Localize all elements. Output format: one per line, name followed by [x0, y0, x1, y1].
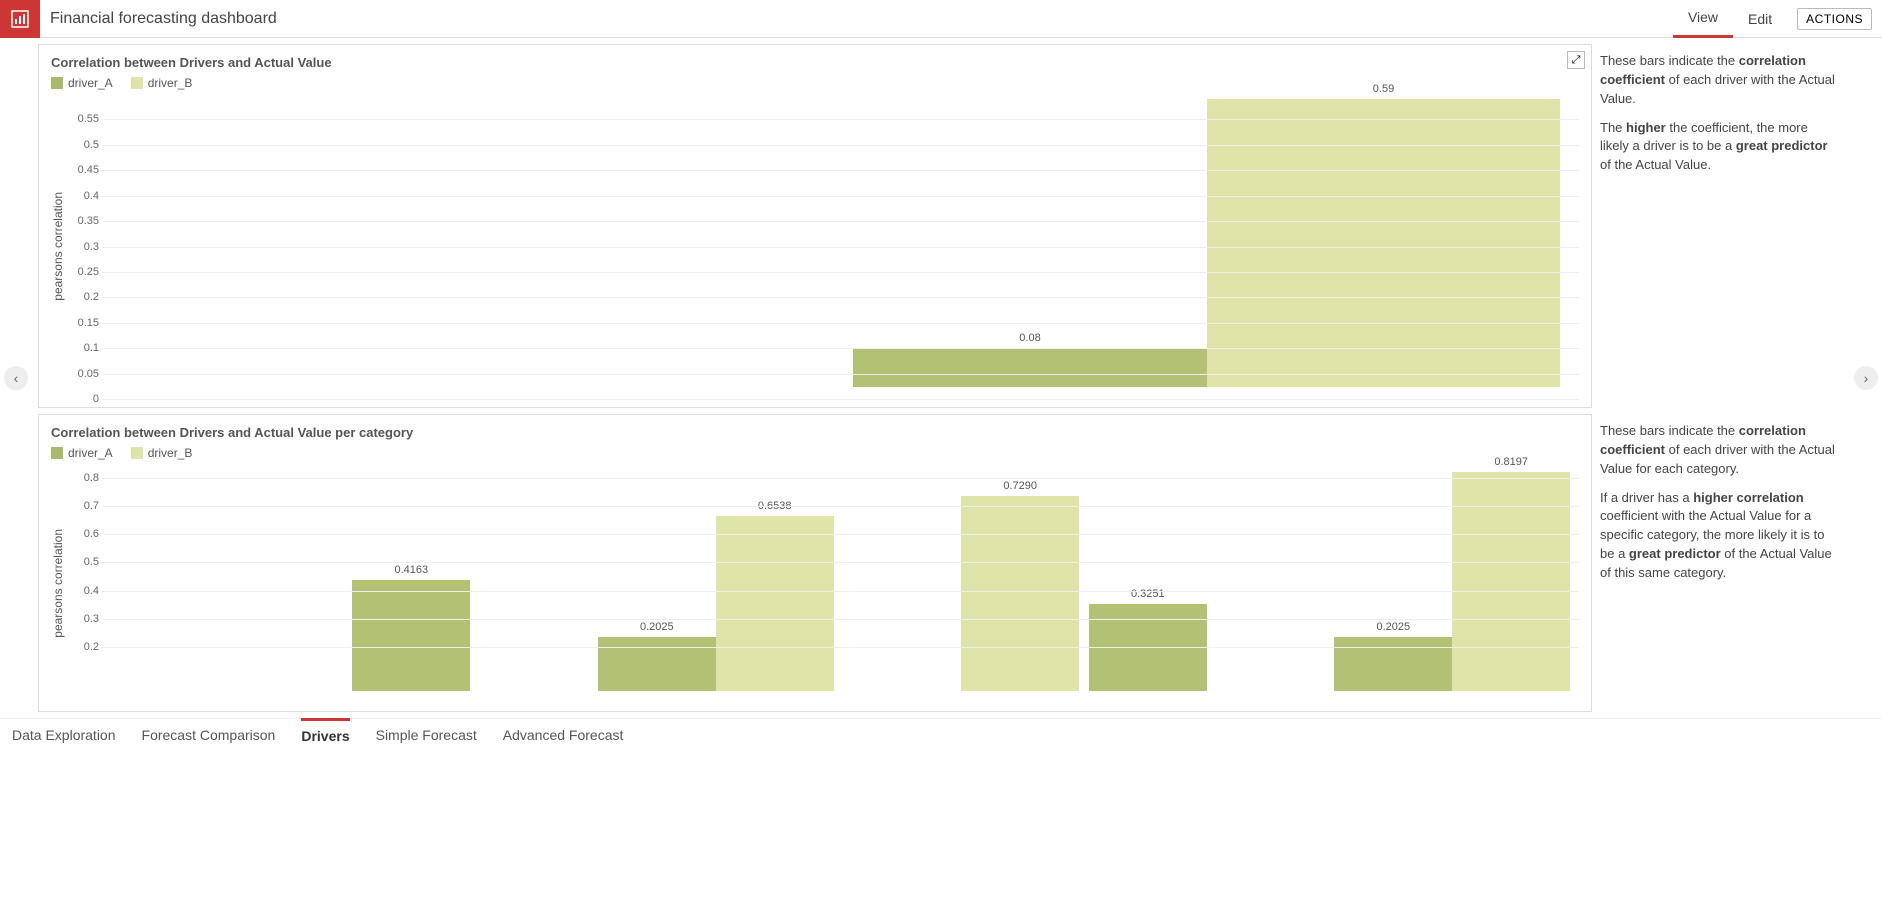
y-tick-label: 0.5 — [67, 556, 99, 568]
legend2-b-label: driver_B — [148, 446, 193, 460]
chevron-left-icon: ‹ — [14, 370, 19, 386]
bar-value-label: 0.08 — [853, 332, 1207, 344]
tab-drivers[interactable]: Drivers — [301, 718, 349, 751]
logo-icon — [11, 10, 29, 28]
legend-driver-b[interactable]: driver_B — [131, 76, 193, 90]
y-tick-label: 0.35 — [67, 215, 99, 227]
legend-driver-a[interactable]: driver_A — [51, 76, 113, 90]
chart2-title: Correlation between Drivers and Actual V… — [51, 425, 1579, 440]
fullscreen-button[interactable]: ⤢ — [1567, 51, 1585, 69]
info-panel-1: These bars indicate the correlation coef… — [1594, 44, 1844, 408]
page-title: Financial forecasting dashboard — [50, 10, 277, 28]
chart1-ylabel: pearsons correlation — [51, 192, 65, 301]
bottom-tabs: Data Exploration Forecast Comparison Dri… — [0, 718, 1882, 751]
chart1-title: Correlation between Drivers and Actual V… — [51, 55, 1579, 70]
tab-edit[interactable]: Edit — [1733, 0, 1787, 38]
page-body: ‹ ⤢ Correlation between Drivers and Actu… — [0, 38, 1882, 718]
chart-panel-1: ⤢ Correlation between Drivers and Actual… — [38, 44, 1592, 408]
bar[interactable]: 0.59 — [1207, 99, 1561, 387]
y-tick-label: 0.7 — [67, 500, 99, 512]
tab-data-exploration[interactable]: Data Exploration — [12, 719, 116, 752]
swatch-a-icon — [51, 447, 63, 459]
next-page-arrow[interactable]: › — [1854, 366, 1878, 390]
bar[interactable]: 0.4163 — [352, 580, 470, 691]
chart2-plot: 0.41630.20250.65380.72900.32510.20250.81… — [67, 464, 1579, 703]
chart2-ylabel: pearsons correlation — [51, 529, 65, 638]
legend-b-label: driver_B — [148, 76, 193, 90]
bar-value-label: 0.2025 — [598, 621, 716, 633]
bar-group: 0.080.59 — [839, 94, 1576, 387]
y-tick-label: 0.25 — [67, 266, 99, 278]
chart1-plot: 0.080.59 00.050.10.150.20.250.30.350.40.… — [67, 94, 1579, 399]
bar-group — [102, 464, 348, 691]
y-tick-label: 0.45 — [67, 164, 99, 176]
bar[interactable]: 0.08 — [853, 348, 1207, 387]
y-tick-label: 0.55 — [67, 113, 99, 125]
bar[interactable]: 0.6538 — [716, 516, 834, 691]
y-tick-label: 0.1 — [67, 342, 99, 354]
bar-value-label: 0.4163 — [352, 564, 470, 576]
tab-advanced-forecast[interactable]: Advanced Forecast — [503, 719, 624, 752]
bar-group: 0.3251 — [1084, 464, 1330, 691]
bar[interactable]: 0.2025 — [1334, 637, 1452, 691]
y-tick-label: 0.6 — [67, 528, 99, 540]
main-column: ⤢ Correlation between Drivers and Actual… — [32, 38, 1850, 718]
y-tick-label: 0.2 — [67, 291, 99, 303]
bar-group: 0.20250.8197 — [1330, 464, 1576, 691]
y-tick-label: 0.15 — [67, 317, 99, 329]
chart2-legend: driver_A driver_B — [51, 446, 1579, 460]
y-tick-label: 0 — [67, 393, 99, 405]
panel-row-2: Correlation between Drivers and Actual V… — [38, 414, 1844, 712]
app-logo[interactable] — [0, 0, 40, 38]
tab-simple-forecast[interactable]: Simple Forecast — [376, 719, 477, 752]
bar-group — [102, 94, 839, 387]
bar-value-label: 0.59 — [1207, 83, 1561, 95]
chart2-body: pearsons correlation 0.41630.20250.65380… — [51, 464, 1579, 703]
chart1-bars: 0.080.59 — [102, 94, 1575, 387]
tab-view[interactable]: View — [1673, 0, 1733, 38]
bar[interactable]: 0.8197 — [1452, 472, 1570, 691]
y-tick-label: 0.3 — [67, 241, 99, 253]
bar[interactable]: 0.2025 — [598, 637, 716, 691]
y-tick-label: 0.05 — [67, 368, 99, 380]
chart-panel-2: Correlation between Drivers and Actual V… — [38, 414, 1592, 712]
bar-value-label: 0.2025 — [1334, 621, 1452, 633]
y-tick-label: 0.2 — [67, 641, 99, 653]
panel-row-1: ⤢ Correlation between Drivers and Actual… — [38, 44, 1844, 408]
chart2-bars: 0.41630.20250.65380.72900.32510.20250.81… — [102, 464, 1575, 691]
swatch-b-icon — [131, 447, 143, 459]
bar-group: 0.4163 — [348, 464, 594, 691]
swatch-b-icon — [131, 77, 143, 89]
legend2-driver-a[interactable]: driver_A — [51, 446, 113, 460]
y-tick-label: 0.5 — [67, 139, 99, 151]
info1-p1: These bars indicate the correlation coef… — [1600, 52, 1836, 109]
bar-value-label: 0.8197 — [1452, 456, 1570, 468]
legend2-a-label: driver_A — [68, 446, 113, 460]
chevron-right-icon: › — [1864, 370, 1869, 386]
info2-p2: If a driver has a higher correlation coe… — [1600, 489, 1836, 583]
info1-p2: The higher the coefficient, the more lik… — [1600, 119, 1836, 176]
chart1-body: pearsons correlation 0.080.59 00.050.10.… — [51, 94, 1579, 399]
bar[interactable]: 0.7290 — [961, 496, 1079, 691]
topbar: Financial forecasting dashboard View Edi… — [0, 0, 1882, 38]
expand-icon: ⤢ — [1572, 55, 1581, 66]
actions-button[interactable]: ACTIONS — [1797, 8, 1872, 30]
y-tick-label: 0.8 — [67, 472, 99, 484]
legend2-driver-b[interactable]: driver_B — [131, 446, 193, 460]
swatch-a-icon — [51, 77, 63, 89]
bar-value-label: 0.7290 — [961, 480, 1079, 492]
info-panel-2: These bars indicate the correlation coef… — [1594, 414, 1844, 712]
bar-group: 0.7290 — [839, 464, 1085, 691]
legend-a-label: driver_A — [68, 76, 113, 90]
bar-group: 0.20250.6538 — [593, 464, 839, 691]
prev-page-arrow[interactable]: ‹ — [4, 366, 28, 390]
y-tick-label: 0.4 — [67, 190, 99, 202]
y-tick-label: 0.3 — [67, 613, 99, 625]
y-tick-label: 0.4 — [67, 585, 99, 597]
info2-p1: These bars indicate the correlation coef… — [1600, 422, 1836, 479]
tab-forecast-comparison[interactable]: Forecast Comparison — [142, 719, 276, 752]
